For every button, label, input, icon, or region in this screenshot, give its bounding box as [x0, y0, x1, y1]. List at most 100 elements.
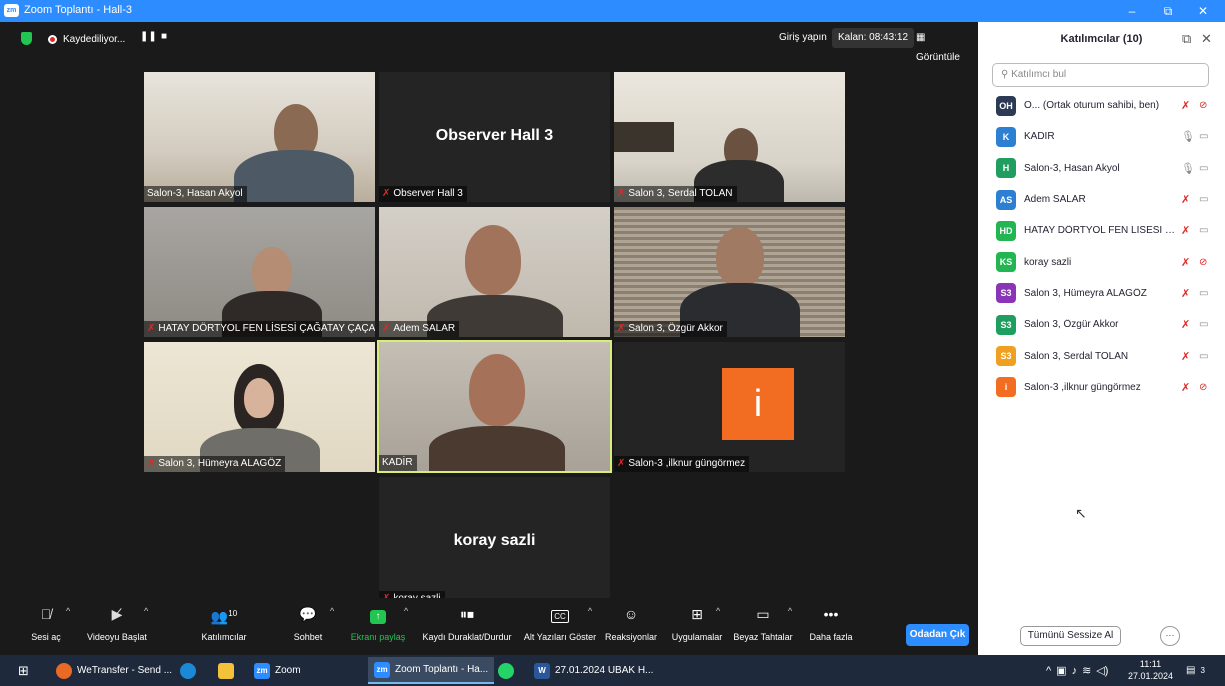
more-button[interactable]: ••• Daha fazla	[806, 600, 856, 652]
chevron-up-icon[interactable]: ^	[404, 606, 408, 616]
chevron-up-icon[interactable]: ^	[144, 606, 148, 616]
speaker-icon: ◁)	[1096, 665, 1109, 677]
tile-name: ✗ HATAY DÖRTYOL FEN LİSESİ ÇAĞATAY ÇAÇA	[144, 321, 375, 337]
chevron-up-icon[interactable]: ^	[788, 606, 792, 616]
mic-muted-icon[interactable]: ✗	[1181, 381, 1190, 394]
video-icon[interactable]: ▭	[1199, 288, 1208, 299]
restore-button[interactable]: ⧉	[1153, 2, 1183, 20]
view-button[interactable]: ▦ Görüntüle	[910, 28, 978, 63]
participant-avatar: H	[996, 158, 1016, 179]
mic-muted-icon: ✗	[617, 458, 626, 469]
mic-muted-icon: 🎙̸	[40, 606, 52, 622]
pause-recording-icon[interactable]: ❚❚	[140, 31, 157, 42]
system-tray[interactable]: ^ ▣ ♪ ≋ ◁)	[1040, 657, 1114, 684]
share-screen-button[interactable]: ↑ Ekranı paylaş ^	[350, 600, 409, 652]
participant-row[interactable]: AS Adem SALAR ✗ ▭	[978, 184, 1225, 215]
participant-row[interactable]: S3 Salon 3, Özgür Akkor ✗ ▭	[978, 309, 1225, 340]
mic-icon[interactable]: 🎙	[1181, 130, 1195, 143]
participant-row[interactable]: HD HATAY DÖRTYOL FEN LİSESİ ÇAĞ... ✗ ▭	[978, 215, 1225, 246]
minimize-button[interactable]: –	[1117, 2, 1147, 20]
video-tile[interactable]: koray sazli ✗koray sazli	[379, 477, 610, 607]
participant-search-input[interactable]: ⚲ Katılımcı bul	[992, 63, 1209, 87]
apps-button[interactable]: ⊞ Uygulamalar ^	[666, 600, 728, 652]
mute-all-button[interactable]: Tümünü Sessize Al	[1020, 626, 1121, 646]
participant-avatar: S3	[996, 283, 1016, 304]
taskbar-item[interactable]: zm Zoom	[248, 657, 307, 684]
notification-button[interactable]: ▤ 3	[1180, 657, 1211, 684]
participant-video	[379, 342, 610, 471]
stop-recording-icon[interactable]: ■	[161, 31, 167, 42]
tile-display-name: Observer Hall 3	[435, 127, 554, 144]
mic-muted-icon[interactable]: ✗	[1181, 224, 1190, 237]
mic-muted-icon[interactable]: ✗	[1181, 256, 1190, 269]
taskbar-item[interactable]	[212, 657, 240, 684]
video-tile-active-speaker[interactable]: KADİR	[377, 340, 612, 473]
meeting-area: Kaydediliyor... ❚❚ ■ Giriş yapın Kalan: …	[0, 22, 978, 655]
participant-row[interactable]: K KADİR 🎙 ▭	[978, 121, 1225, 152]
video-icon[interactable]: ▭	[1199, 131, 1208, 142]
video-off-icon[interactable]: ⊘	[1199, 100, 1207, 111]
security-shield-icon[interactable]	[21, 32, 32, 45]
close-button[interactable]: ✕	[1188, 2, 1218, 20]
taskbar-item[interactable]	[174, 657, 202, 684]
video-tile[interactable]: ✗ HATAY DÖRTYOL FEN LİSESİ ÇAĞATAY ÇAÇA	[144, 207, 375, 337]
participant-avatar: K	[996, 126, 1016, 147]
start-button[interactable]: ⊞	[12, 657, 35, 684]
signin-button[interactable]: Giriş yapın	[773, 28, 833, 48]
video-tile[interactable]: Observer Hall 3 ✗ Observer Hall 3	[379, 72, 610, 202]
mic-icon[interactable]: 🎙	[1181, 162, 1195, 175]
mic-muted-icon[interactable]: ✗	[1181, 350, 1190, 363]
start-video-button[interactable]: ▶̸ Videoyu Başlat ^	[84, 600, 150, 652]
participant-row[interactable]: S3 Salon 3, Serdal TOLAN ✗ ▭	[978, 340, 1225, 371]
video-tile[interactable]: ✗ Salon 3, Serdal TOLAN	[614, 72, 845, 202]
video-icon[interactable]: ▭	[1199, 194, 1208, 205]
taskbar-item[interactable]	[492, 657, 520, 684]
video-off-icon[interactable]: ⊘	[1199, 382, 1207, 393]
participant-row[interactable]: S3 Salon 3, Hümeyra ALAGÖZ ✗ ▭	[978, 278, 1225, 309]
mic-muted-icon[interactable]: ✗	[1181, 193, 1190, 206]
video-tile[interactable]: ✗ Salon 3, Özgür Akkor	[614, 207, 845, 337]
video-icon[interactable]: ▭	[1199, 319, 1208, 330]
video-tile[interactable]: Salon-3, Hasan Akyol	[144, 72, 375, 202]
participant-row[interactable]: OH O... (Ortak oturum sahibi, ben) ✗ ⊘	[978, 90, 1225, 121]
participant-row[interactable]: i Salon-3 ,ilknur güngörmez ✗ ⊘	[978, 372, 1225, 403]
participant-row[interactable]: H Salon-3, Hasan Akyol 🎙 ▭	[978, 153, 1225, 184]
search-icon: ⚲	[1001, 69, 1012, 80]
participant-avatar: i	[996, 377, 1016, 398]
captions-button[interactable]: CC Alt Yazıları Göster ^	[522, 600, 598, 652]
panel-more-button[interactable]: ···	[1160, 626, 1180, 646]
recording-label: Kaydediliyor...	[63, 33, 126, 45]
video-off-icon[interactable]: ⊘	[1199, 257, 1207, 268]
chevron-up-icon[interactable]: ^	[66, 606, 70, 616]
video-tile[interactable]: ✗ Salon 3, Hümeyra ALAGÖZ	[144, 342, 375, 472]
participant-row[interactable]: KS koray sazli ✗ ⊘	[978, 246, 1225, 277]
video-tile[interactable]: ✗ Adem SALAR	[379, 207, 610, 337]
tile-name: ✗ Salon 3, Serdal TOLAN	[614, 186, 737, 202]
taskbar-item-active[interactable]: zm Zoom Toplantı - Ha...	[368, 657, 495, 684]
participant-name: Salon-3 ,ilknur güngörmez	[1024, 381, 1141, 393]
video-icon[interactable]: ▭	[1199, 163, 1208, 174]
chevron-up-icon[interactable]: ^	[330, 606, 334, 616]
mic-muted-icon[interactable]: ✗	[1181, 318, 1190, 331]
participants-button[interactable]: 👥10 Katılımcılar	[196, 600, 252, 652]
mic-muted-icon[interactable]: ✗	[1181, 99, 1190, 112]
mic-muted-icon[interactable]: ✗	[1181, 287, 1190, 300]
video-tile[interactable]: i ✗ Salon-3 ,ilknur güngörmez	[614, 342, 845, 472]
video-icon[interactable]: ▭	[1199, 351, 1208, 362]
clock[interactable]: 11:11 27.01.2024	[1128, 658, 1173, 682]
popout-icon[interactable]: ⧉	[1182, 31, 1191, 47]
taskbar-item[interactable]: WeTransfer - Send ...	[50, 657, 178, 684]
video-icon[interactable]: ▭	[1199, 225, 1208, 236]
chevron-up-icon[interactable]: ^	[588, 606, 592, 616]
unmute-button[interactable]: 🎙̸ Sesi aç ^	[28, 600, 70, 652]
tray-apps-icon: ▣	[1056, 665, 1067, 677]
leave-meeting-button[interactable]: Odadan Çık	[906, 624, 969, 646]
chevron-up-icon[interactable]: ^	[716, 606, 720, 616]
pause-stop-recording-button[interactable]: ⏸⏹ Kaydı Duraklat/Durdur	[420, 600, 514, 652]
whiteboard-button[interactable]: ▭ Beyaz Tahtalar ^	[732, 600, 794, 652]
reactions-button[interactable]: ☺ Reaksiyonlar	[604, 600, 658, 652]
chat-button[interactable]: 💬 Sohbet ^	[290, 600, 335, 652]
taskbar-item[interactable]: W 27.01.2024 UBAK H...	[528, 657, 659, 684]
microphone-icon: ♪	[1071, 664, 1078, 677]
close-icon[interactable]: ✕	[1201, 31, 1212, 47]
